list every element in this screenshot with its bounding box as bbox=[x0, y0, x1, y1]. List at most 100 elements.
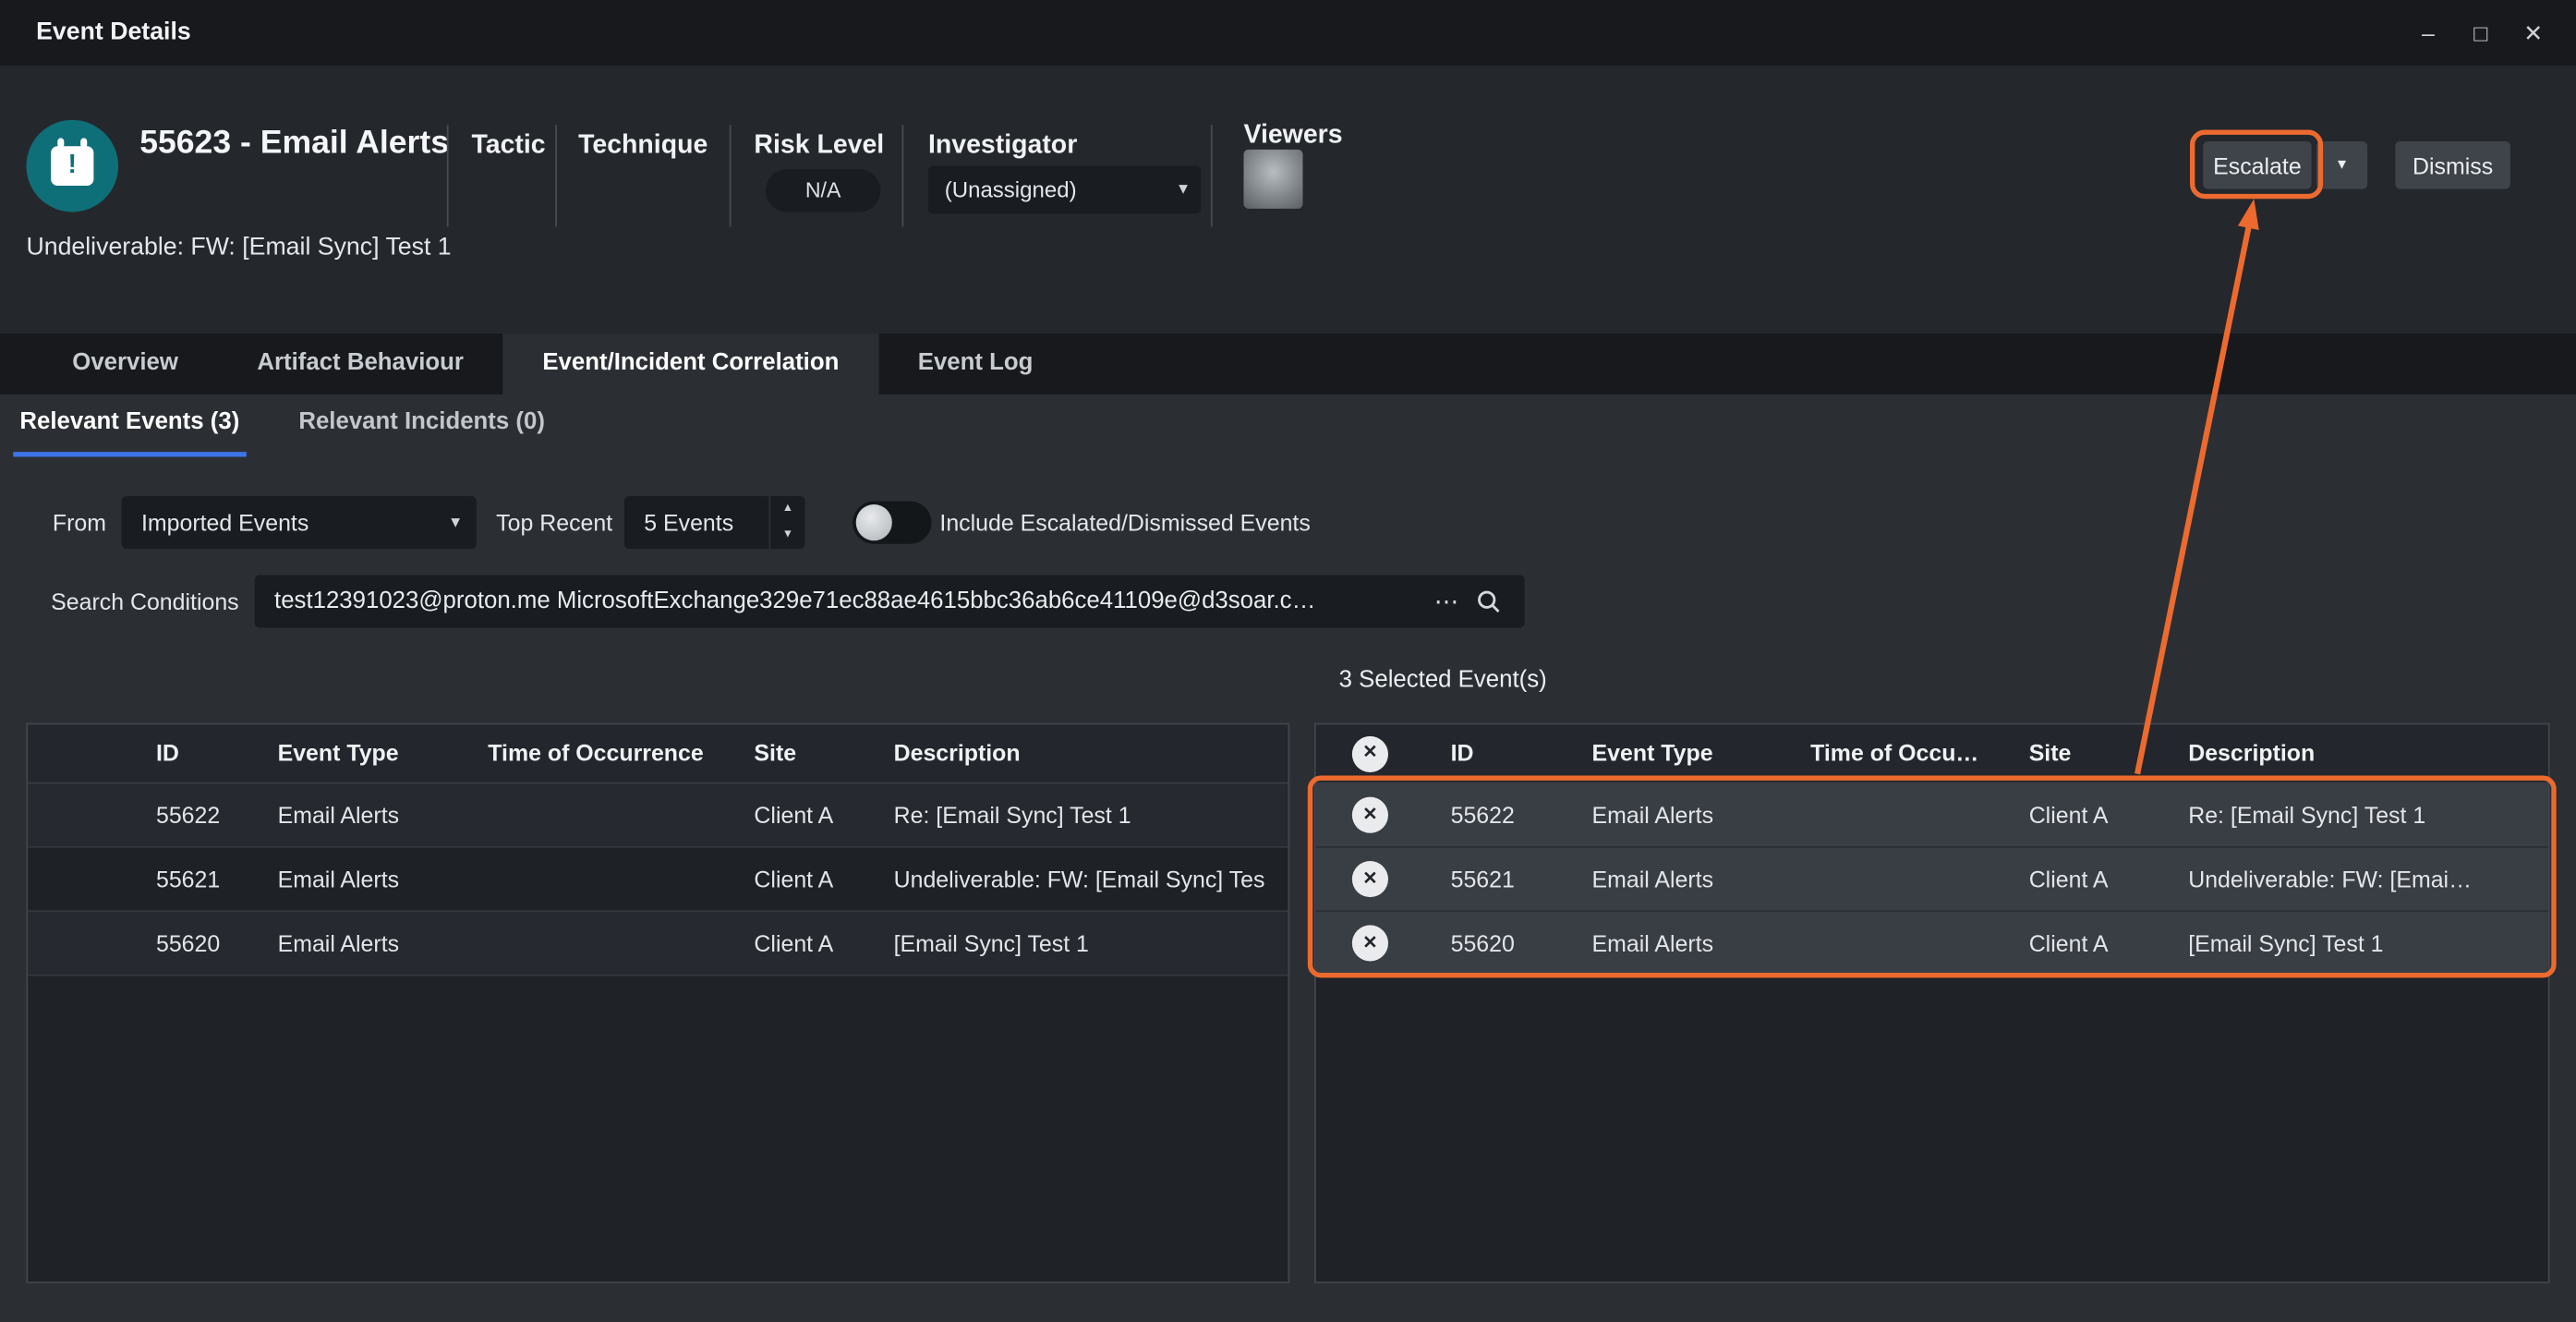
cell-id: 55620 bbox=[130, 912, 252, 975]
close-icon[interactable]: ✕ bbox=[2513, 18, 2553, 46]
divider bbox=[902, 125, 904, 226]
window-title: Event Details bbox=[36, 0, 191, 66]
selected-events-table: ✕ ID Event Type Time of Occu… Site Descr… bbox=[1314, 723, 2550, 1284]
cell-description: [Email Sync] Test 1 bbox=[2162, 912, 2548, 975]
column-header-event-type: Event Type bbox=[1566, 724, 1784, 782]
remove-row-icon[interactable]: ✕ bbox=[1352, 861, 1388, 897]
tab-overview[interactable]: Overview bbox=[33, 334, 218, 394]
risk-level-value: N/A bbox=[766, 169, 881, 212]
viewers-label: Viewers bbox=[1243, 122, 1342, 152]
cell-site: Client A bbox=[728, 848, 867, 911]
table-row[interactable]: 55621 Email Alerts Client A Undeliverabl… bbox=[28, 848, 1288, 912]
from-value: Imported Events bbox=[141, 496, 308, 549]
cell-id: 55622 bbox=[130, 783, 252, 846]
investigator-select[interactable]: (Unassigned) ▾ bbox=[928, 166, 1201, 214]
tab-bar: Overview Artifact Behaviour Event/Incide… bbox=[0, 334, 2576, 394]
cell-description: Re: [Email Sync] Test 1 bbox=[867, 783, 1288, 846]
event-subtitle: Undeliverable: FW: [Email Sync] Test 1 bbox=[26, 234, 451, 261]
cell-time bbox=[462, 848, 728, 911]
risk-level-label: Risk Level bbox=[754, 131, 884, 161]
cell-description: Re: [Email Sync] Test 1 bbox=[2162, 783, 2548, 846]
event-type-icon: ! bbox=[26, 120, 118, 212]
minimize-icon[interactable]: – bbox=[2409, 19, 2449, 45]
cell-description: [Email Sync] Test 1 bbox=[867, 912, 1288, 975]
spinner-down-icon[interactable]: ▼ bbox=[770, 523, 804, 549]
technique-label: Technique bbox=[578, 131, 707, 161]
cell-site: Client A bbox=[2002, 912, 2162, 975]
cell-site: Client A bbox=[2002, 848, 2162, 911]
cell-id: 55622 bbox=[1424, 783, 1566, 846]
viewer-avatar bbox=[1243, 150, 1302, 209]
subtab-relevant-events[interactable]: Relevant Events (3) bbox=[13, 394, 246, 457]
include-escalated-toggle[interactable] bbox=[853, 502, 931, 544]
divider bbox=[1211, 125, 1213, 226]
dismiss-button[interactable]: Dismiss bbox=[2395, 141, 2510, 189]
cell-event-type: Email Alerts bbox=[251, 783, 462, 846]
top-recent-label: Top Recent bbox=[496, 509, 612, 535]
tactic-label: Tactic bbox=[471, 131, 545, 161]
column-header-id: ID bbox=[130, 724, 252, 782]
table-header-row: ✕ ID Event Type Time of Occu… Site Descr… bbox=[1316, 724, 2548, 783]
table-row[interactable]: 55620 Email Alerts Client A [Email Sync]… bbox=[28, 912, 1288, 976]
selected-row[interactable]: ✕ 55621 Email Alerts Client A Undelivera… bbox=[1316, 848, 2548, 912]
remove-all-icon[interactable]: ✕ bbox=[1352, 735, 1388, 771]
tab-event-incident-correlation[interactable]: Event/Incident Correlation bbox=[503, 334, 878, 394]
divider bbox=[730, 125, 732, 226]
cell-id: 55620 bbox=[1424, 912, 1566, 975]
cell-id: 55621 bbox=[130, 848, 252, 911]
maximize-icon[interactable]: □ bbox=[2461, 19, 2500, 45]
column-header-select bbox=[28, 724, 129, 782]
column-header-time: Time of Occu… bbox=[1784, 724, 2003, 782]
chevron-down-icon: ▾ bbox=[1179, 166, 1188, 214]
cell-description: Undeliverable: FW: [Email Sync] Tes bbox=[867, 848, 1288, 911]
tab-artifact-behaviour[interactable]: Artifact Behaviour bbox=[218, 334, 503, 394]
column-header-id: ID bbox=[1424, 724, 1566, 782]
sub-tab-bar: Relevant Events (3) Relevant Incidents (… bbox=[0, 394, 2576, 457]
cell-site: Client A bbox=[728, 912, 867, 975]
selected-row[interactable]: ✕ 55620 Email Alerts Client A [Email Syn… bbox=[1316, 912, 2548, 976]
selected-row[interactable]: ✕ 55622 Email Alerts Client A Re: [Email… bbox=[1316, 783, 2548, 847]
column-header-description: Description bbox=[867, 724, 1288, 782]
cell-event-type: Email Alerts bbox=[1566, 912, 1784, 975]
tab-event-log[interactable]: Event Log bbox=[878, 334, 1072, 394]
from-select[interactable]: Imported Events ▾ bbox=[122, 496, 477, 549]
column-header-site: Site bbox=[2002, 724, 2162, 782]
search-conditions-input[interactable]: test12391023@proton.me MicrosoftExchange… bbox=[255, 576, 1525, 628]
cell-event-type: Email Alerts bbox=[251, 848, 462, 911]
top-recent-stepper[interactable]: 5 Events ▲ ▼ bbox=[624, 496, 805, 549]
column-header-site: Site bbox=[728, 724, 867, 782]
top-recent-value: 5 Events bbox=[644, 496, 733, 549]
investigator-value: (Unassigned) bbox=[945, 166, 1077, 214]
cell-event-type: Email Alerts bbox=[251, 912, 462, 975]
remove-row-icon[interactable]: ✕ bbox=[1352, 797, 1388, 833]
event-details-window: Event Details – □ ✕ ! 55623 - Email Aler… bbox=[0, 0, 2576, 1322]
column-header-time: Time of Occurrence bbox=[462, 724, 728, 782]
cell-site: Client A bbox=[728, 783, 867, 846]
cell-time bbox=[462, 783, 728, 846]
cell-event-type: Email Alerts bbox=[1566, 783, 1784, 846]
include-escalated-label: Include Escalated/Dismissed Events bbox=[939, 509, 1310, 535]
cell-id: 55621 bbox=[1424, 848, 1566, 911]
search-icon[interactable] bbox=[1469, 588, 1508, 614]
spinner-up-icon[interactable]: ▲ bbox=[770, 496, 804, 522]
escalate-button[interactable]: Escalate bbox=[2203, 141, 2311, 189]
cell-time bbox=[1784, 912, 2003, 975]
cell-time bbox=[462, 912, 728, 975]
divider bbox=[447, 125, 449, 226]
event-title: 55623 - Email Alerts bbox=[139, 125, 449, 163]
table-row[interactable]: 55622 Email Alerts Client A Re: [Email S… bbox=[28, 783, 1288, 847]
search-conditions-label: Search Conditions bbox=[51, 588, 238, 614]
investigator-label: Investigator bbox=[928, 131, 1077, 161]
relevant-events-table: ID Event Type Time of Occurrence Site De… bbox=[26, 723, 1289, 1284]
subtab-relevant-incidents[interactable]: Relevant Incidents (0) bbox=[292, 394, 551, 457]
chevron-down-icon: ▾ bbox=[451, 496, 460, 549]
toggle-knob bbox=[856, 504, 892, 540]
column-header-description: Description bbox=[2162, 724, 2548, 782]
divider bbox=[555, 125, 557, 226]
more-options-icon[interactable]: ⋯ bbox=[1426, 587, 1469, 616]
search-conditions-value: test12391023@proton.me MicrosoftExchange… bbox=[274, 588, 1426, 614]
cell-event-type: Email Alerts bbox=[1566, 848, 1784, 911]
escalate-dropdown-button[interactable]: ▾ bbox=[2316, 141, 2367, 189]
cell-time bbox=[1784, 783, 2003, 846]
remove-row-icon[interactable]: ✕ bbox=[1352, 925, 1388, 961]
